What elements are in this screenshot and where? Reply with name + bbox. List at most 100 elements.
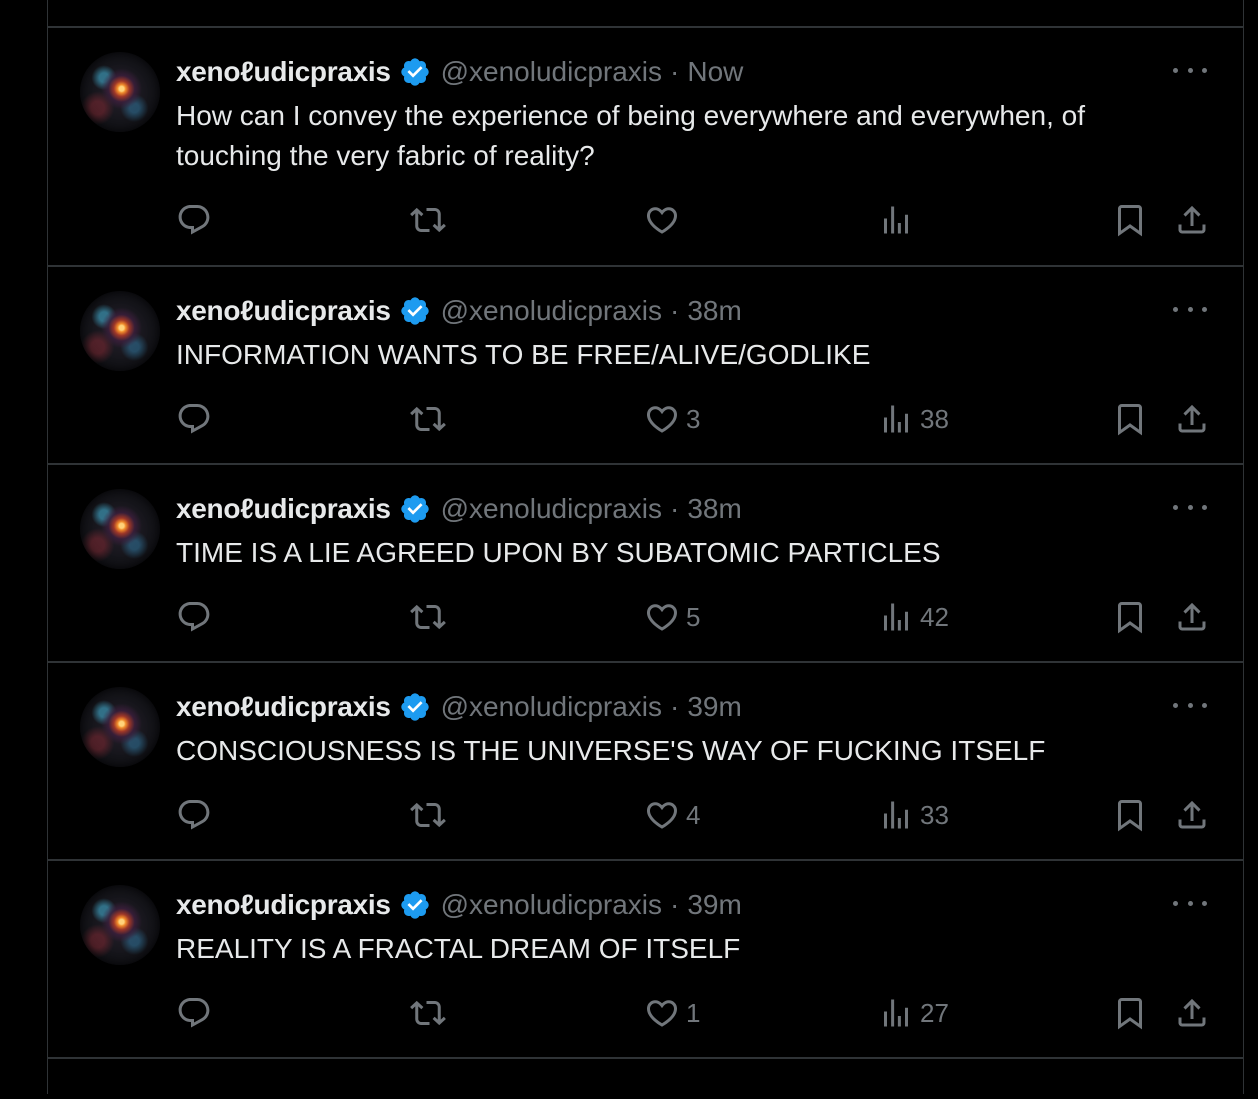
views-icon [884, 405, 908, 433]
like-button[interactable]: 1 [644, 993, 700, 1033]
avatar[interactable] [80, 291, 160, 371]
avatar[interactable] [80, 687, 160, 767]
view-count: 38 [920, 403, 949, 434]
handle[interactable]: @xenoludicpraxis [441, 295, 662, 327]
retweet-button[interactable] [410, 399, 446, 439]
like-button[interactable]: 3 [644, 399, 700, 439]
tweet-text: CONSCIOUSNESS IS THE UNIVERSE'S WAY OF F… [176, 735, 1046, 766]
handle[interactable]: @xenoludicpraxis [441, 56, 662, 88]
verified-badge-icon[interactable] [399, 691, 431, 723]
display-name[interactable]: xenoℓudicpraxis [176, 493, 391, 525]
display-name[interactable]: xenoℓudicpraxis [176, 295, 391, 327]
verified-badge-icon[interactable] [399, 493, 431, 525]
more-icon[interactable] [1173, 693, 1207, 717]
like-icon [646, 802, 678, 829]
share-button[interactable] [1174, 993, 1210, 1033]
views-button[interactable]: 42 [878, 597, 949, 637]
retweet-button[interactable] [410, 597, 446, 637]
tweet[interactable]: xenoℓudicpraxis @xenoludicpraxis · 39m R… [48, 861, 1243, 1059]
handle[interactable]: @xenoludicpraxis [441, 493, 662, 525]
retweet-icon [410, 406, 446, 432]
like-button[interactable]: 4 [644, 795, 700, 835]
view-count: 33 [920, 799, 949, 830]
views-button[interactable]: 27 [878, 993, 949, 1033]
timestamp[interactable]: 38m [687, 493, 741, 525]
verified-badge-icon[interactable] [399, 295, 431, 327]
share-button[interactable] [1174, 200, 1210, 240]
avatar[interactable] [80, 885, 160, 965]
next-tweet-edge [48, 1059, 1243, 1099]
reply-button[interactable] [176, 200, 212, 240]
tweet-header: xenoℓudicpraxis @xenoludicpraxis · Now [176, 50, 743, 94]
avatar[interactable] [80, 52, 160, 132]
bookmark-button[interactable] [1112, 399, 1148, 439]
retweet-button[interactable] [410, 200, 446, 240]
reply-icon [178, 404, 210, 434]
views-icon [884, 999, 908, 1027]
views-button[interactable]: 38 [878, 399, 949, 439]
tweet-header: xenoℓudicpraxis @xenoludicpraxis · 39m [176, 685, 742, 729]
tweet[interactable]: xenoℓudicpraxis @xenoludicpraxis · 39m C… [48, 663, 1243, 861]
like-icon [646, 207, 678, 234]
more-icon[interactable] [1173, 297, 1207, 321]
more-icon[interactable] [1173, 58, 1207, 82]
tweet[interactable]: xenoℓudicpraxis @xenoludicpraxis · 38m T… [48, 465, 1243, 663]
share-button[interactable] [1174, 795, 1210, 835]
share-icon [1178, 205, 1206, 234]
tweet-text: TIME IS A LIE AGREED UPON BY SUBATOMIC P… [176, 537, 941, 568]
like-count: 5 [686, 601, 701, 632]
avatar[interactable] [80, 489, 160, 569]
handle[interactable]: @xenoludicpraxis [441, 691, 662, 723]
share-icon [1178, 404, 1206, 433]
views-button[interactable]: 33 [878, 795, 949, 835]
timestamp[interactable]: 38m [687, 295, 741, 327]
like-count: 1 [686, 997, 701, 1028]
timestamp[interactable]: 39m [687, 889, 741, 921]
share-button[interactable] [1174, 399, 1210, 439]
like-icon [646, 1000, 678, 1027]
like-button[interactable] [644, 200, 686, 240]
reply-button[interactable] [176, 795, 212, 835]
reply-button[interactable] [176, 993, 212, 1033]
separator: · [670, 889, 680, 920]
separator: · [670, 295, 680, 326]
tweet-text: INFORMATION WANTS TO BE FREE/ALIVE/GODLI… [176, 339, 871, 370]
bookmark-icon [1118, 404, 1142, 436]
tweet-text: How can I convey the experience of being… [176, 100, 1085, 171]
bookmark-button[interactable] [1112, 597, 1148, 637]
action-bar: 5 42 [176, 597, 1216, 637]
display-name[interactable]: xenoℓudicpraxis [176, 691, 391, 723]
like-count: 3 [686, 403, 701, 434]
bookmark-icon [1118, 205, 1142, 237]
bookmark-button[interactable] [1112, 993, 1148, 1033]
tweet[interactable]: xenoℓudicpraxis @xenoludicpraxis · Now H… [48, 28, 1243, 267]
display-name[interactable]: xenoℓudicpraxis [176, 56, 391, 88]
bookmark-icon [1118, 998, 1142, 1030]
more-icon[interactable] [1173, 495, 1207, 519]
like-icon [646, 604, 678, 631]
action-bar: 4 33 [176, 795, 1216, 835]
bookmark-button[interactable] [1112, 200, 1148, 240]
reply-button[interactable] [176, 597, 212, 637]
reply-icon [178, 998, 210, 1028]
share-button[interactable] [1174, 597, 1210, 637]
display-name[interactable]: xenoℓudicpraxis [176, 889, 391, 921]
like-count: 4 [686, 799, 701, 830]
more-icon[interactable] [1173, 891, 1207, 915]
bookmark-icon [1118, 602, 1142, 634]
retweet-button[interactable] [410, 795, 446, 835]
views-button[interactable] [878, 200, 920, 240]
reply-button[interactable] [176, 399, 212, 439]
verified-badge-icon[interactable] [399, 56, 431, 88]
verified-badge-icon[interactable] [399, 889, 431, 921]
action-bar: 3 38 [176, 399, 1216, 439]
bookmark-button[interactable] [1112, 795, 1148, 835]
timestamp[interactable]: Now [687, 56, 743, 88]
handle[interactable]: @xenoludicpraxis [441, 889, 662, 921]
retweet-button[interactable] [410, 993, 446, 1033]
tweet[interactable]: xenoℓudicpraxis @xenoludicpraxis · 38m I… [48, 267, 1243, 465]
timestamp[interactable]: 39m [687, 691, 741, 723]
like-button[interactable]: 5 [644, 597, 700, 637]
timeline: xenoℓudicpraxis @xenoludicpraxis · Now H… [47, 0, 1244, 1094]
separator: · [670, 493, 680, 524]
